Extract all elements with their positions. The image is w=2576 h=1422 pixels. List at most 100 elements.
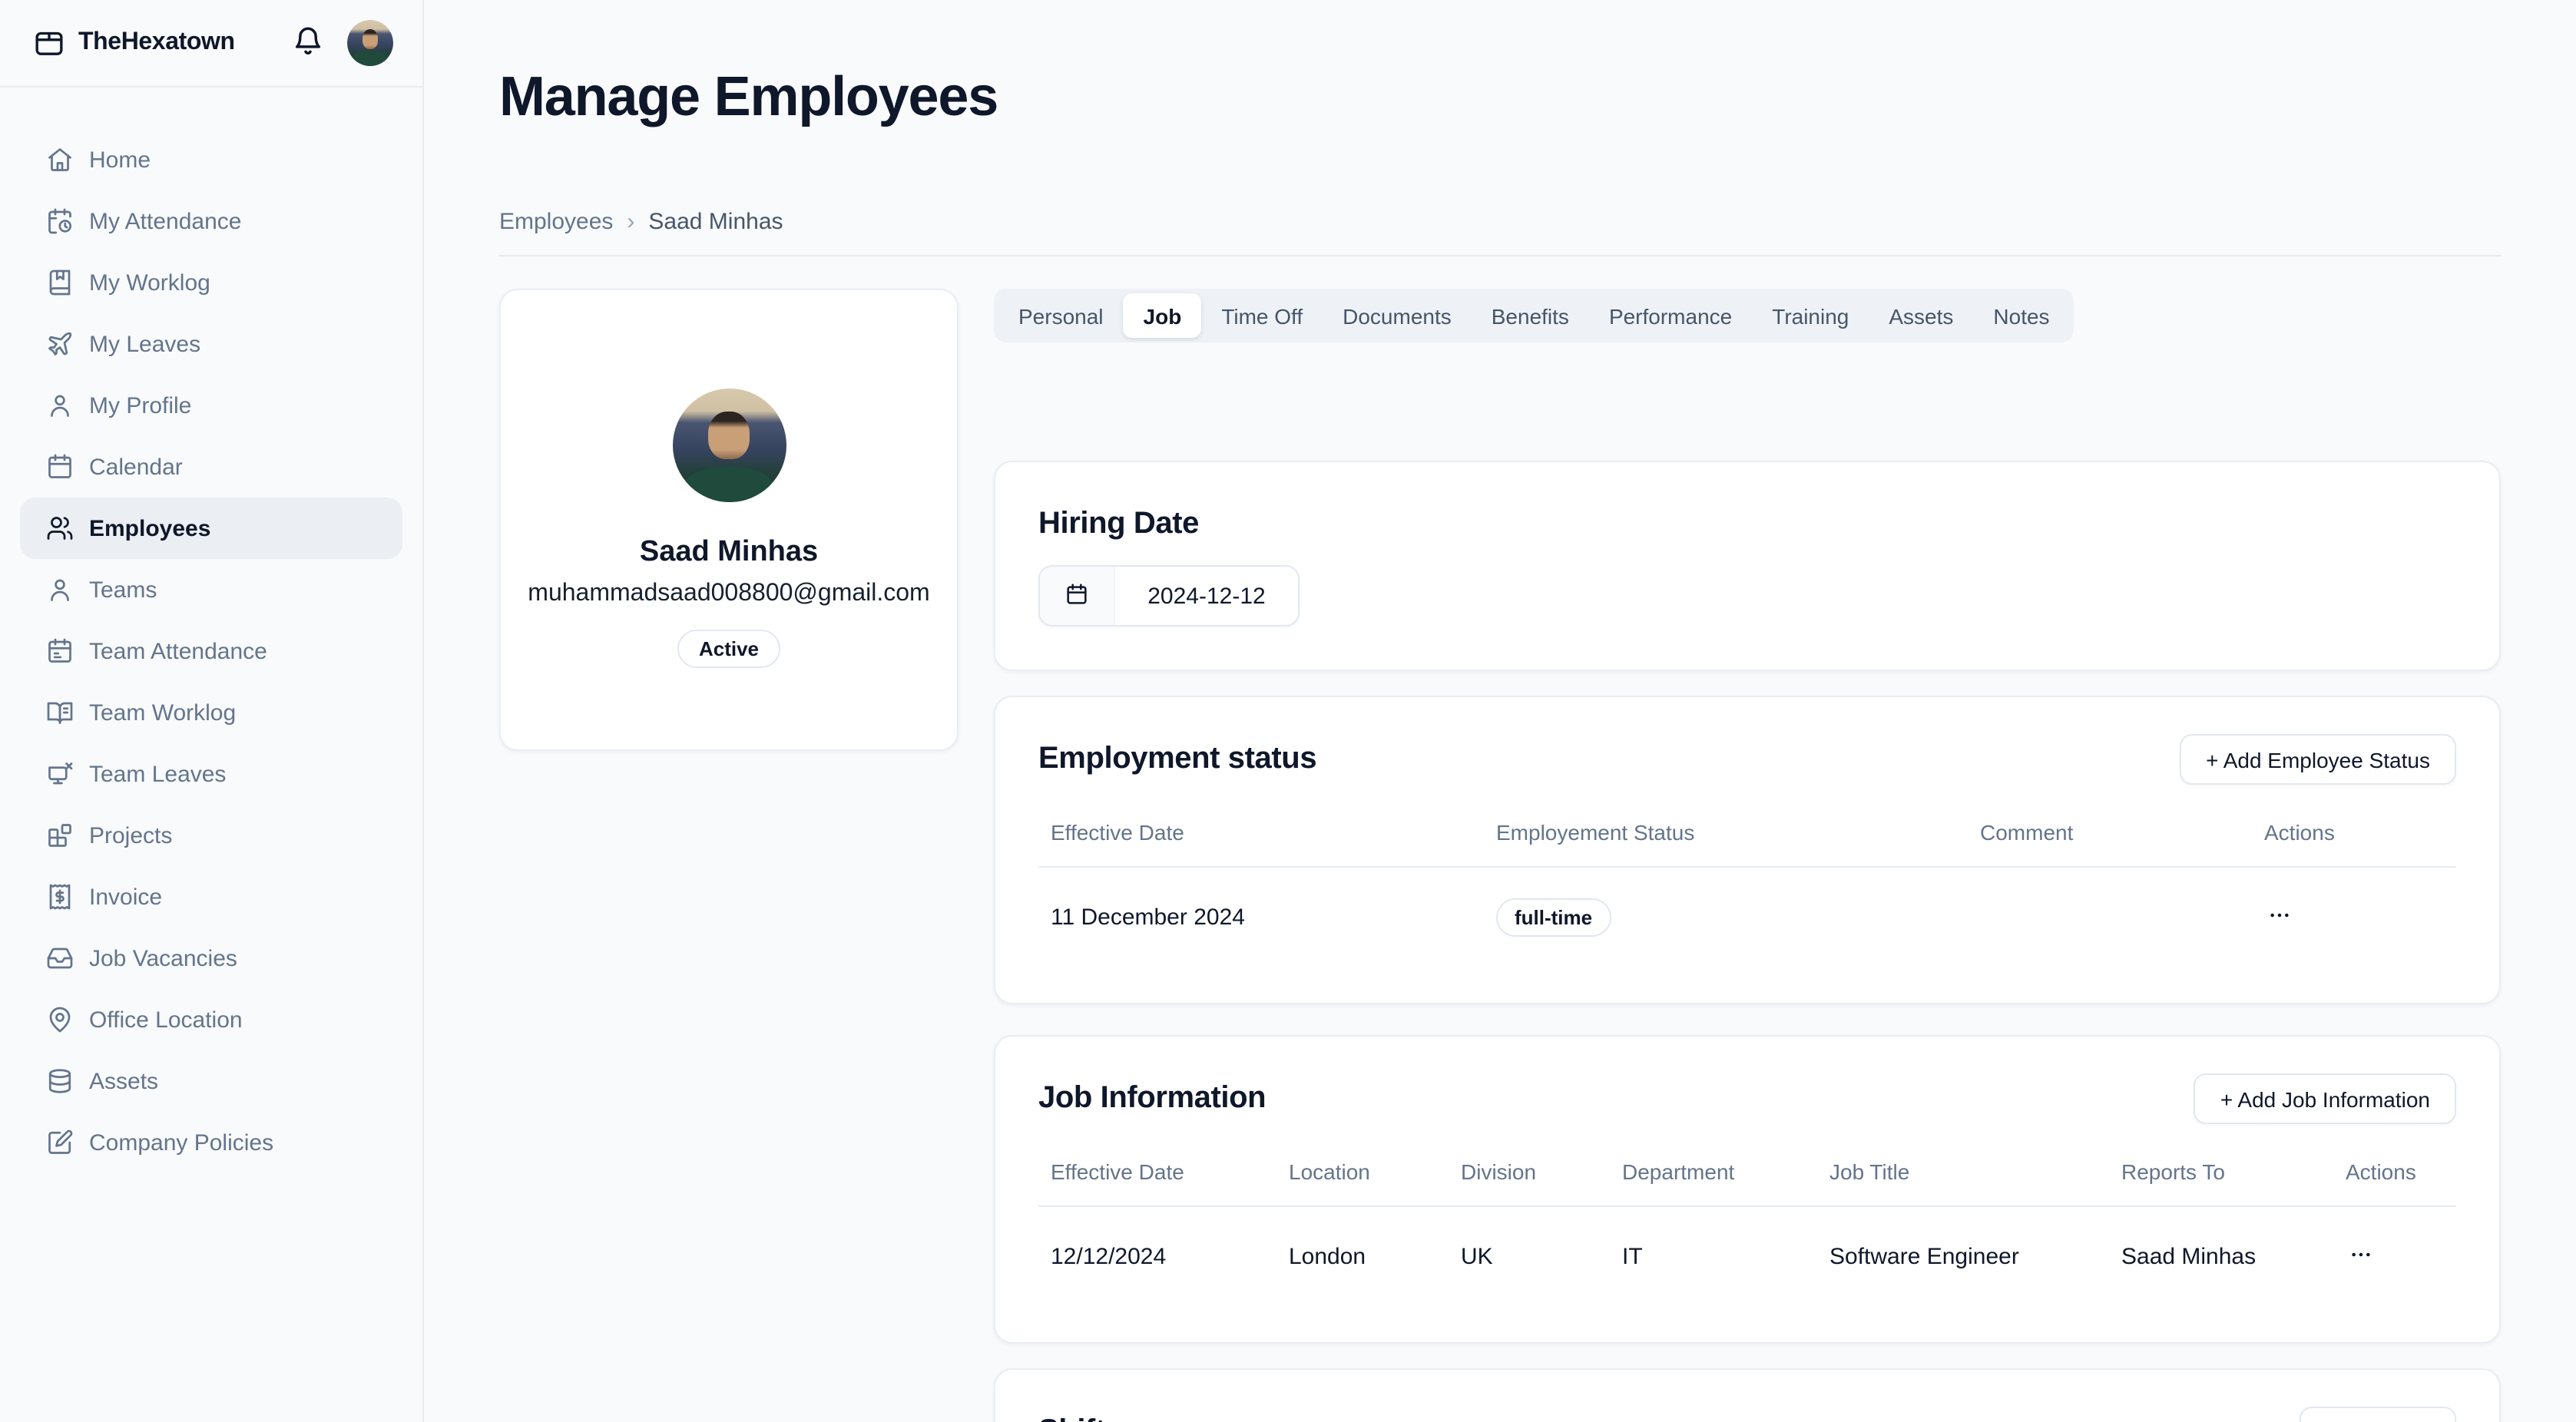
home-icon bbox=[46, 146, 74, 174]
breadcrumb-employees[interactable]: Employees bbox=[499, 210, 613, 236]
column-header: Location bbox=[1276, 1159, 1449, 1184]
employment-status-card: Employment status + Add Employee Status … bbox=[994, 696, 2501, 1005]
square-pen-icon bbox=[46, 1129, 74, 1156]
column-header: Employement Status bbox=[1484, 820, 1968, 845]
database-icon bbox=[46, 1067, 74, 1095]
sidebar-item-teams[interactable]: Teams bbox=[20, 559, 402, 620]
sidebar-item-label: Home bbox=[89, 147, 151, 173]
sidebar-item-label: Projects bbox=[89, 822, 172, 848]
more-horizontal-icon bbox=[2349, 1242, 2373, 1272]
tab-personal[interactable]: Personal bbox=[998, 294, 1124, 339]
column-header: Actions bbox=[2333, 1159, 2456, 1184]
map-pin-icon bbox=[46, 1006, 74, 1033]
reports-to-cell: Saad Minhas bbox=[2109, 1244, 2333, 1270]
sidebar-item-label: My Attendance bbox=[89, 208, 241, 234]
tab-notes[interactable]: Notes bbox=[1973, 294, 2069, 339]
inbox-icon bbox=[46, 944, 74, 972]
detail-column: PersonalJobTime OffDocumentsBenefitsPerf… bbox=[994, 289, 2501, 1422]
blocks-icon bbox=[46, 822, 74, 849]
effective-date-cell: 12/12/2024 bbox=[1038, 1244, 1276, 1270]
status-badge: Active bbox=[677, 630, 780, 669]
location-cell: London bbox=[1276, 1244, 1449, 1270]
sidebar-item-home[interactable]: Home bbox=[20, 129, 402, 190]
sidebar-item-team-worklog[interactable]: Team Worklog bbox=[20, 682, 402, 743]
user-icon bbox=[46, 576, 74, 604]
sidebar-item-my-profile[interactable]: My Profile bbox=[20, 375, 402, 436]
plane-icon bbox=[46, 330, 74, 358]
sidebar-item-label: Calendar bbox=[89, 454, 183, 480]
user-icon bbox=[46, 392, 74, 419]
sidebar-item-employees[interactable]: Employees bbox=[20, 498, 402, 559]
column-header: Division bbox=[1449, 1159, 1610, 1184]
employment-status-title: Employment status bbox=[1038, 742, 1316, 778]
sidebar-item-label: Employees bbox=[89, 515, 210, 541]
more-horizontal-icon bbox=[2267, 903, 2292, 932]
sidebar-item-my-leaves[interactable]: My Leaves bbox=[20, 313, 402, 375]
table-header-row: Effective Date Location Division Departm… bbox=[1038, 1137, 2456, 1208]
sidebar-item-my-worklog[interactable]: My Worklog bbox=[20, 252, 402, 313]
sidebar-item-label: Team Leaves bbox=[89, 761, 226, 787]
column-header: Department bbox=[1610, 1159, 1817, 1184]
job-title-cell: Software Engineer bbox=[1817, 1244, 2109, 1270]
table-row: 11 December 2024 full-time bbox=[1038, 868, 2456, 967]
job-information-table: Effective Date Location Division Departm… bbox=[1038, 1137, 2456, 1306]
app: TheHexatown Home My Attendance My Worklog M… bbox=[0, 0, 2576, 1422]
breadcrumb: Employees › Saad Minhas bbox=[499, 210, 2501, 257]
hiring-date-field[interactable]: 2024-12-12 bbox=[1038, 566, 1300, 627]
tab-assets[interactable]: Assets bbox=[1869, 294, 1973, 339]
sidebar-item-label: Job Vacancies bbox=[89, 945, 237, 971]
tab-performance[interactable]: Performance bbox=[1589, 294, 1752, 339]
sidebar-nav: Home My Attendance My Worklog My LeavesMy P… bbox=[0, 88, 422, 1173]
tab-documents[interactable]: Documents bbox=[1323, 294, 1472, 339]
add-job-information-button[interactable]: + Add Job Information bbox=[2194, 1074, 2456, 1125]
breadcrumb-current: Saad Minhas bbox=[648, 210, 783, 236]
sidebar-item-my-attendance[interactable]: My Attendance bbox=[20, 190, 402, 252]
sidebar-item-calendar[interactable]: Calendar bbox=[20, 436, 402, 498]
department-cell: IT bbox=[1610, 1244, 1817, 1270]
sidebar-item-assets[interactable]: Assets bbox=[20, 1050, 402, 1112]
employee-email: muhammadsaad008800@gmail.com bbox=[528, 581, 929, 609]
notifications-button[interactable] bbox=[292, 25, 324, 61]
sidebar-item-invoice[interactable]: Invoice bbox=[20, 866, 402, 928]
table-header-row: Effective Date Employement Status Commen… bbox=[1038, 798, 2456, 868]
employee-profile-card: Saad Minhas muhammadsaad008800@gmail.com… bbox=[499, 289, 959, 752]
calendar-clock-icon bbox=[46, 207, 74, 235]
book-icon bbox=[46, 269, 74, 296]
sidebar-item-label: My Worklog bbox=[89, 270, 210, 296]
profile-tabs: PersonalJobTime OffDocumentsBenefitsPerf… bbox=[994, 289, 2074, 343]
users-icon bbox=[46, 514, 74, 542]
row-actions-button[interactable] bbox=[2264, 900, 2295, 935]
tab-benefits[interactable]: Benefits bbox=[1472, 294, 1589, 339]
shifts-title: Shifts bbox=[1038, 1415, 1122, 1422]
sidebar-item-company-policies[interactable]: Company Policies bbox=[20, 1112, 402, 1173]
tab-training[interactable]: Training bbox=[1752, 294, 1869, 339]
add-employee-status-button[interactable]: + Add Employee Status bbox=[2180, 735, 2456, 785]
content-row: Saad Minhas muhammadsaad008800@gmail.com… bbox=[499, 289, 2501, 1422]
calendar-picker-button[interactable] bbox=[1040, 567, 1115, 626]
column-header: Actions bbox=[2252, 820, 2456, 845]
tab-time-off[interactable]: Time Off bbox=[1201, 294, 1323, 339]
calendar-days-icon bbox=[46, 637, 74, 665]
division-cell: UK bbox=[1449, 1244, 1610, 1270]
column-header: Job Title bbox=[1817, 1159, 2109, 1184]
sidebar-item-team-attendance[interactable]: Team Attendance bbox=[20, 620, 402, 682]
add-shift-button[interactable]: + Add Shift bbox=[2300, 1407, 2456, 1422]
sidebar-item-office-location[interactable]: Office Location bbox=[20, 989, 402, 1050]
sidebar-item-projects[interactable]: Projects bbox=[20, 805, 402, 866]
row-actions-button[interactable] bbox=[2346, 1239, 2376, 1275]
sidebar-item-team-leaves[interactable]: Team Leaves bbox=[20, 743, 402, 805]
column-header: Effective Date bbox=[1038, 1159, 1276, 1184]
monitor-x-icon bbox=[46, 760, 74, 788]
main-content: Manage Employees Employees › Saad Minhas… bbox=[424, 0, 2576, 1422]
sidebar-item-label: Company Policies bbox=[89, 1129, 273, 1156]
brand[interactable]: TheHexatown bbox=[34, 28, 235, 58]
employment-type-badge: full-time bbox=[1496, 898, 1611, 937]
user-avatar[interactable] bbox=[347, 20, 393, 66]
tab-job[interactable]: Job bbox=[1124, 294, 1202, 339]
job-information-card: Job Information + Add Job Information Ef… bbox=[994, 1036, 2501, 1344]
employee-name: Saad Minhas bbox=[640, 537, 818, 570]
briefcase-logo-icon bbox=[34, 28, 65, 58]
job-information-title: Job Information bbox=[1038, 1082, 1266, 1117]
sidebar-item-job-vacancies[interactable]: Job Vacancies bbox=[20, 928, 402, 989]
sidebar-item-label: Team Attendance bbox=[89, 638, 267, 664]
